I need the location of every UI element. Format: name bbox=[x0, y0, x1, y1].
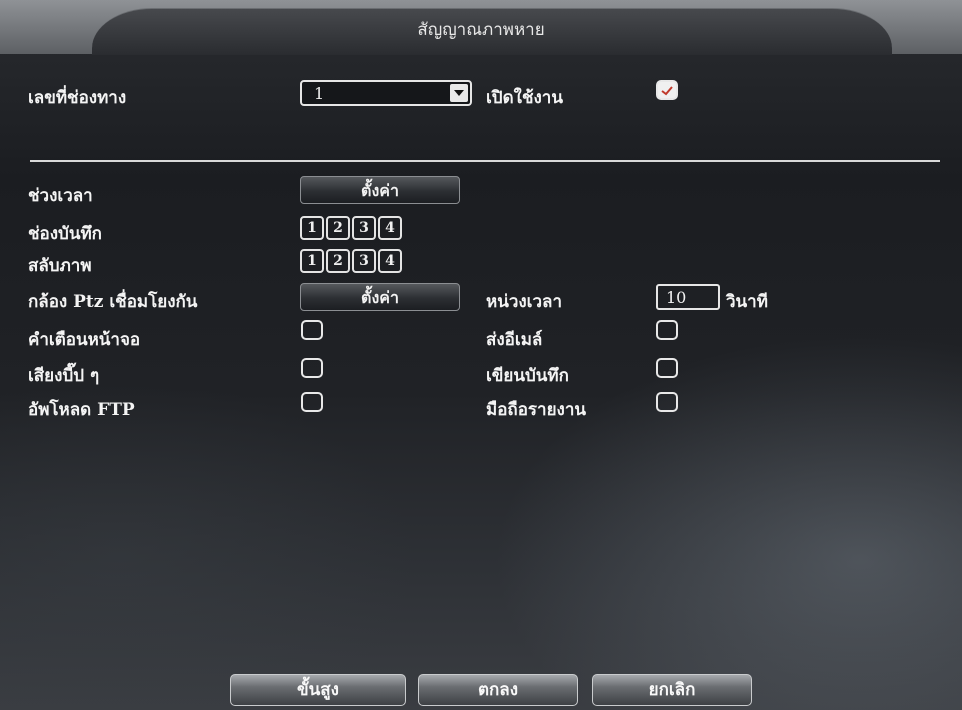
ok-button[interactable]: ตกลง bbox=[418, 674, 578, 706]
channel-select[interactable]: 1 bbox=[300, 80, 472, 106]
delay-unit: วินาที bbox=[726, 292, 768, 312]
buzzer-checkbox[interactable] bbox=[301, 358, 323, 378]
record-channel-4[interactable]: 4 bbox=[378, 216, 402, 240]
mobile-report-checkbox[interactable] bbox=[656, 392, 678, 412]
ptz-setup-button[interactable]: ตั้งค่า bbox=[300, 283, 460, 311]
tour-channel-1[interactable]: 1 bbox=[300, 249, 324, 273]
window-title: สัญญาณภาพหาย bbox=[417, 20, 545, 40]
screen-tip-label: คำเตือนหน้าจอ bbox=[28, 330, 141, 350]
cancel-button[interactable]: ยกเลิก bbox=[592, 674, 752, 706]
record-channel-1[interactable]: 1 bbox=[300, 216, 324, 240]
enable-checkbox[interactable] bbox=[656, 80, 678, 100]
tour-channel-2[interactable]: 2 bbox=[326, 249, 350, 273]
record-channel-label: ช่องบันทึก bbox=[28, 224, 102, 244]
channel-value: 1 bbox=[314, 84, 325, 103]
check-icon bbox=[661, 86, 673, 96]
screen-background bbox=[0, 0, 962, 710]
advanced-button[interactable]: ขั้นสูง bbox=[230, 674, 406, 706]
ftp-upload-label: อัพโหลด FTP bbox=[28, 400, 135, 420]
mobile-report-label: มือถือรายงาน bbox=[486, 400, 587, 420]
record-channel-3[interactable]: 3 bbox=[352, 216, 376, 240]
write-log-label: เขียนบันทึก bbox=[486, 366, 569, 386]
tour-channel-4[interactable]: 4 bbox=[378, 249, 402, 273]
write-log-checkbox[interactable] bbox=[656, 358, 678, 378]
buzzer-label: เสียงบี๊ป ๆ bbox=[28, 366, 100, 386]
tour-channel-3[interactable]: 3 bbox=[352, 249, 376, 273]
ftp-upload-checkbox[interactable] bbox=[301, 392, 323, 412]
chevron-down-icon[interactable] bbox=[450, 84, 468, 102]
delay-input[interactable]: 10 bbox=[656, 284, 720, 310]
send-email-label: ส่งอีเมล์ bbox=[486, 330, 543, 350]
send-email-checkbox[interactable] bbox=[656, 320, 678, 340]
screen-tip-checkbox[interactable] bbox=[301, 320, 323, 340]
period-setup-button[interactable]: ตั้งค่า bbox=[300, 176, 460, 204]
delay-value: 10 bbox=[666, 288, 687, 307]
ptz-label: กล้อง Ptz เชื่อมโยงกัน bbox=[28, 292, 198, 312]
delay-label: หน่วงเวลา bbox=[486, 292, 562, 312]
divider bbox=[30, 160, 940, 162]
enable-label: เปิดใช้งาน bbox=[486, 88, 563, 108]
tour-label: สลับภาพ bbox=[28, 256, 92, 276]
period-label: ช่วงเวลา bbox=[28, 186, 93, 206]
channel-label: เลขที่ช่องทาง bbox=[28, 88, 127, 108]
record-channel-2[interactable]: 2 bbox=[326, 216, 350, 240]
